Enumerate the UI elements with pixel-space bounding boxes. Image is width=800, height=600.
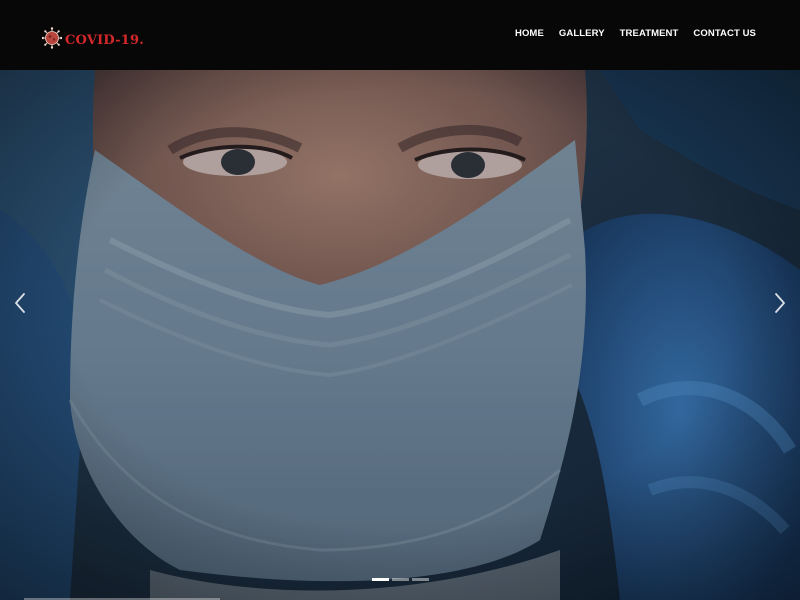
- carousel-next-button[interactable]: [768, 288, 792, 318]
- navbar: COVID-19. HOME GALLERY TREATMENT CONTACT…: [0, 0, 800, 70]
- nav-link-home[interactable]: HOME: [515, 28, 544, 39]
- brand-logo[interactable]: COVID-19.: [42, 27, 144, 49]
- carousel-prev-button[interactable]: [8, 288, 32, 318]
- hero-overlay: [0, 70, 800, 600]
- main-nav: HOME GALLERY TREATMENT CONTACT US: [515, 23, 756, 41]
- carousel-indicator-3[interactable]: [411, 578, 429, 581]
- nav-item-treatment: TREATMENT: [620, 23, 679, 41]
- chevron-left-icon: [15, 293, 25, 313]
- nav-link-treatment[interactable]: TREATMENT: [620, 28, 679, 39]
- brand-text: COVID-19.: [65, 32, 144, 48]
- virus-icon: [42, 27, 62, 49]
- nav-link-contact-us[interactable]: CONTACT US: [693, 28, 756, 39]
- carousel-indicators: [0, 578, 800, 581]
- carousel-indicator-1[interactable]: [371, 578, 389, 581]
- chevron-right-icon: [775, 293, 785, 313]
- nav-link-gallery[interactable]: GALLERY: [559, 28, 605, 39]
- nav-item-gallery: GALLERY: [559, 23, 605, 41]
- carousel-indicator-2[interactable]: [391, 578, 409, 581]
- hero-carousel: [0, 70, 800, 600]
- nav-item-home: HOME: [515, 23, 544, 41]
- nav-item-contact: CONTACT US: [693, 23, 756, 41]
